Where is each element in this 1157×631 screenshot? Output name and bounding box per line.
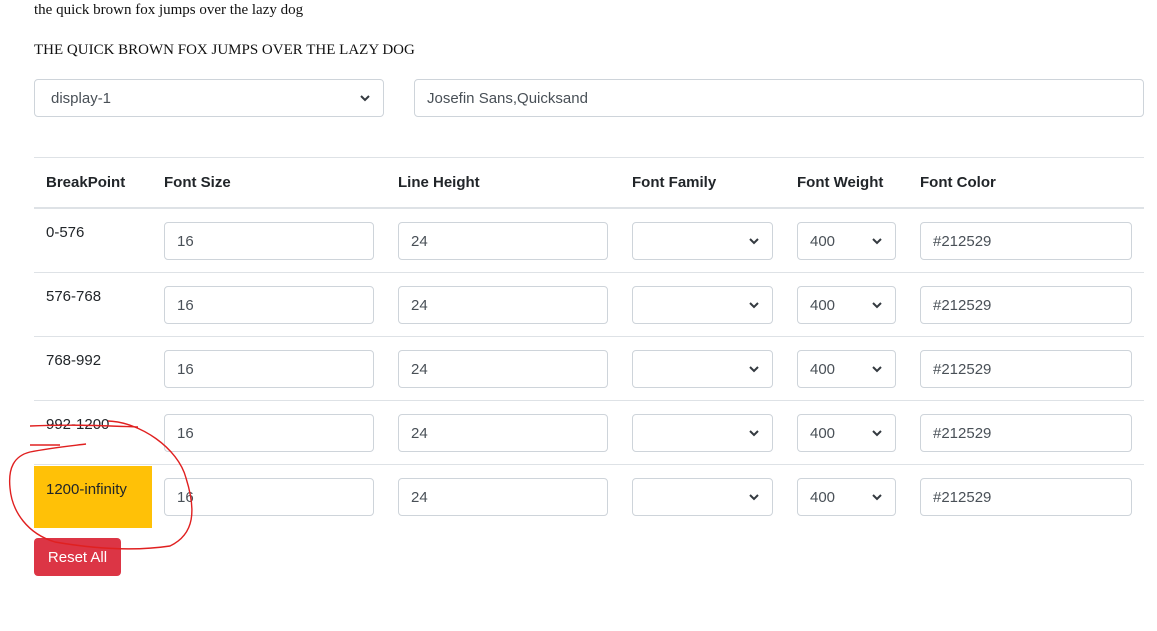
chevron-down-icon — [748, 235, 760, 247]
font-size-value: 16 — [177, 232, 194, 250]
font-weight-select[interactable]: 400 — [797, 350, 896, 388]
chevron-down-icon — [871, 299, 883, 311]
font-size-input[interactable]: 16 — [164, 350, 374, 388]
header-line-height: Line Height — [398, 174, 480, 191]
font-color-value: #212529 — [933, 296, 992, 314]
chevron-down-icon — [748, 299, 760, 311]
line-height-value: 24 — [411, 296, 428, 314]
header-breakpoint: BreakPoint — [46, 174, 126, 191]
font-family-input-value: Josefin Sans,Quicksand — [427, 89, 588, 107]
font-size-input[interactable]: 16 — [164, 478, 374, 516]
font-color-input[interactable]: #212529 — [920, 350, 1132, 388]
chevron-down-icon — [871, 491, 883, 503]
reset-all-button[interactable]: Reset All — [34, 538, 121, 576]
breakpoint-label: 576-768 — [46, 288, 102, 305]
font-family-select[interactable] — [632, 414, 773, 452]
chevron-down-icon — [748, 427, 760, 439]
font-size-input[interactable]: 16 — [164, 222, 374, 260]
table-body: 0-576 16 24 400 #212529 576-768 16 24 400 #212529… — [34, 209, 1144, 528]
chevron-down-icon — [748, 491, 760, 503]
font-weight-select[interactable]: 400 — [797, 222, 896, 260]
line-height-input[interactable]: 24 — [398, 286, 608, 324]
chevron-down-icon — [359, 92, 371, 104]
font-weight-value: 400 — [810, 296, 836, 314]
chevron-down-icon — [871, 235, 883, 247]
class-select[interactable]: display-1 — [34, 79, 384, 117]
font-color-value: #212529 — [933, 488, 992, 506]
font-size-value: 16 — [177, 424, 194, 442]
font-color-input[interactable]: #212529 — [920, 478, 1132, 516]
font-size-value: 16 — [177, 488, 194, 506]
header-font-family: Font Family — [632, 174, 717, 191]
font-color-value: #212529 — [933, 360, 992, 378]
line-height-value: 24 — [411, 488, 428, 506]
header-font-color: Font Color — [920, 174, 996, 191]
font-family-select[interactable] — [632, 350, 773, 388]
sample-text-lowercase: the quick brown fox jumps over the lazy … — [34, 2, 304, 18]
font-size-value: 16 — [177, 360, 194, 378]
breakpoint-label: 1200-infinity — [34, 466, 152, 528]
header-font-weight: Font Weight — [797, 174, 884, 191]
breakpoint-label: 0-576 — [46, 224, 85, 241]
font-color-value: #212529 — [933, 232, 992, 250]
font-weight-select[interactable]: 400 — [797, 414, 896, 452]
line-height-input[interactable]: 24 — [398, 478, 608, 516]
line-height-input[interactable]: 24 — [398, 414, 608, 452]
font-size-input[interactable]: 16 — [164, 286, 374, 324]
font-color-input[interactable]: #212529 — [920, 222, 1132, 260]
font-weight-value: 400 — [810, 232, 836, 250]
font-family-select[interactable] — [632, 286, 773, 324]
table-row: 0-576 16 24 400 #212529 — [34, 209, 1144, 273]
font-weight-value: 400 — [810, 488, 836, 506]
line-height-input[interactable]: 24 — [398, 350, 608, 388]
table-row: 576-768 16 24 400 #212529 — [34, 273, 1144, 337]
font-color-input[interactable]: #212529 — [920, 414, 1132, 452]
header-font-size: Font Size — [164, 174, 231, 191]
breakpoint-label: 768-992 — [46, 352, 102, 369]
sample-text-uppercase: THE QUICK BROWN FOX JUMPS OVER THE LAZY … — [34, 42, 415, 58]
font-color-value: #212529 — [933, 424, 992, 442]
class-select-value: display-1 — [51, 89, 112, 107]
chevron-down-icon — [871, 363, 883, 375]
font-family-select[interactable] — [632, 478, 773, 516]
font-size-input[interactable]: 16 — [164, 414, 374, 452]
table-row: 768-992 16 24 400 #212529 — [34, 337, 1144, 401]
table-row: 1200-infinity 16 24 400 #212529 — [34, 465, 1144, 528]
font-family-input[interactable]: Josefin Sans,Quicksand — [414, 79, 1144, 117]
font-weight-select[interactable]: 400 — [797, 478, 896, 516]
line-height-value: 24 — [411, 424, 428, 442]
table-row: 992-1200 16 24 400 #212529 — [34, 401, 1144, 465]
breakpoint-label: 992-1200 — [46, 416, 110, 433]
chevron-down-icon — [871, 427, 883, 439]
font-weight-select[interactable]: 400 — [797, 286, 896, 324]
chevron-down-icon — [748, 363, 760, 375]
font-weight-value: 400 — [810, 360, 836, 378]
font-weight-value: 400 — [810, 424, 836, 442]
font-color-input[interactable]: #212529 — [920, 286, 1132, 324]
font-size-value: 16 — [177, 296, 194, 314]
line-height-value: 24 — [411, 360, 428, 378]
font-family-select[interactable] — [632, 222, 773, 260]
breakpoint-table: BreakPoint Font Size Line Height Font Fa… — [34, 157, 1144, 528]
line-height-input[interactable]: 24 — [398, 222, 608, 260]
line-height-value: 24 — [411, 232, 428, 250]
table-header: BreakPoint Font Size Line Height Font Fa… — [34, 158, 1144, 209]
